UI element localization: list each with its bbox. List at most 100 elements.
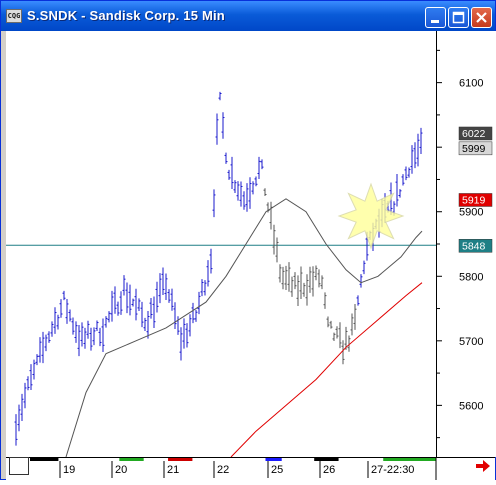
price-flag-label: 6022 xyxy=(462,128,486,140)
price-bar xyxy=(299,266,303,299)
price-bar xyxy=(236,181,240,201)
price-bar xyxy=(35,354,39,366)
price-bar xyxy=(65,298,69,324)
price-bar xyxy=(146,311,150,339)
time-label: 27-22:30 xyxy=(371,464,414,476)
price-bar xyxy=(218,91,222,101)
price-bar xyxy=(152,296,156,328)
price-flag-label: 5919 xyxy=(462,194,486,206)
price-bar xyxy=(296,275,300,306)
price-bar xyxy=(134,288,138,321)
price-bar xyxy=(164,273,168,301)
price-bar xyxy=(170,288,174,311)
price-bar xyxy=(44,334,48,352)
session-segment xyxy=(383,458,436,461)
price-bar xyxy=(32,359,36,380)
price-axis[interactable]: 6100600059005800570056006022599959195848 xyxy=(436,31,496,457)
price-bar xyxy=(260,159,264,170)
price-flag-label: 5999 xyxy=(462,143,486,155)
time-label: 20 xyxy=(115,464,127,476)
price-bar xyxy=(92,327,96,346)
price-bar xyxy=(311,266,315,297)
price-bar xyxy=(305,274,309,306)
chart-plot-area[interactable] xyxy=(6,31,436,458)
price-bar xyxy=(302,282,306,297)
session-segment xyxy=(168,458,193,461)
price-bar xyxy=(407,167,411,178)
app-icon[interactable]: CQG xyxy=(6,9,22,23)
title-bar[interactable]: CQG S.SNDK - Sandisk Corp. 15 Min xyxy=(1,1,495,31)
maximize-icon xyxy=(452,11,465,24)
price-bar xyxy=(221,112,225,139)
price-bar xyxy=(413,142,417,169)
price-bar xyxy=(419,127,423,154)
price-bar xyxy=(38,337,42,363)
time-label: 21 xyxy=(167,464,179,476)
price-bar xyxy=(167,289,171,303)
price-bar xyxy=(308,266,312,293)
price-bar xyxy=(56,314,60,330)
price-bar xyxy=(80,322,84,347)
session-segment xyxy=(30,458,59,461)
price-bar xyxy=(332,332,336,341)
price-bar xyxy=(398,189,402,198)
price-bar xyxy=(356,295,360,306)
price-bar xyxy=(20,393,24,421)
price-bar xyxy=(89,327,93,351)
starburst-marker xyxy=(337,182,405,250)
price-flag: 5919 xyxy=(458,193,493,207)
price-bar xyxy=(74,321,78,343)
price-bar xyxy=(182,318,186,349)
price-bar xyxy=(323,292,327,309)
time-axis[interactable]: 19 20 21 22 25 26 27-22:30 xyxy=(6,457,495,480)
price-bar xyxy=(197,291,201,315)
price-bar xyxy=(290,276,294,297)
price-bar xyxy=(179,327,183,361)
price-bar xyxy=(212,189,216,218)
price-bar xyxy=(353,304,357,330)
time-label: 22 xyxy=(217,464,229,476)
price-bar xyxy=(227,169,231,180)
price-chart[interactable] xyxy=(6,31,436,458)
price-flag: 5999 xyxy=(458,141,493,156)
price-flag: 6022 xyxy=(458,126,493,141)
price-bar xyxy=(350,313,354,336)
price-bar xyxy=(257,156,261,180)
moving-average-line xyxy=(230,282,423,458)
price-bar xyxy=(272,224,276,255)
close-button[interactable] xyxy=(471,7,492,28)
price-bar xyxy=(83,327,87,349)
price-bar xyxy=(110,290,114,322)
price-axis-scale: 6100600059005800570056006022599959195848 xyxy=(437,49,493,439)
price-bar xyxy=(131,298,135,307)
price-bar xyxy=(107,311,111,323)
minimize-button[interactable] xyxy=(425,7,446,28)
price-flag: 5848 xyxy=(458,239,493,253)
scroll-right-arrow-icon[interactable] xyxy=(475,459,491,473)
price-bar xyxy=(161,267,165,295)
price-bar xyxy=(143,317,147,332)
price-bar xyxy=(68,309,72,322)
price-bar xyxy=(203,280,207,296)
maximize-button[interactable] xyxy=(448,7,469,28)
price-bar xyxy=(158,273,162,304)
price-bar xyxy=(50,321,54,337)
price-bar xyxy=(155,281,159,313)
price-bar xyxy=(86,320,90,339)
corner-box[interactable] xyxy=(9,457,29,475)
price-bar xyxy=(314,265,318,281)
price-bar xyxy=(287,262,291,292)
price-bar xyxy=(230,156,234,190)
price-bar xyxy=(98,327,102,347)
price-bar xyxy=(284,265,288,290)
price-bar xyxy=(410,145,414,174)
price-bar xyxy=(95,320,99,332)
price-bar xyxy=(209,248,213,274)
minimize-icon xyxy=(431,20,439,23)
time-label: 26 xyxy=(323,464,335,476)
price-bar xyxy=(116,301,120,316)
price-bar xyxy=(29,364,33,390)
price-bar xyxy=(125,282,129,314)
price-bar xyxy=(62,290,66,301)
price-bar xyxy=(317,269,321,288)
